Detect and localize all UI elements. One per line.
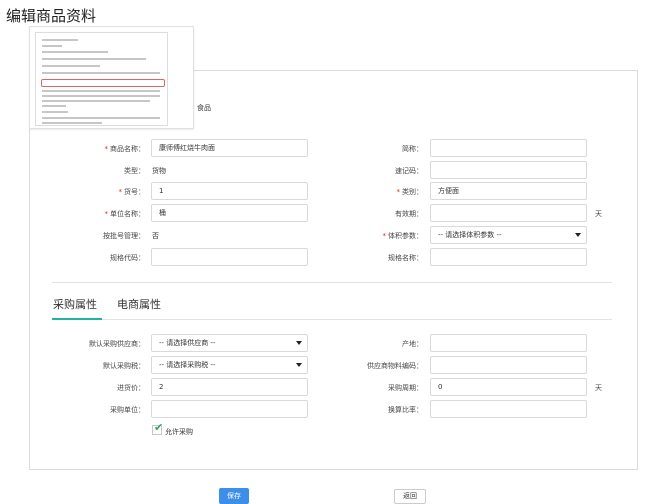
default-tax-selected: -- 请选择采购税 -- <box>159 361 216 369</box>
category-label: * 类别： <box>396 188 424 196</box>
validity-unit: 天 <box>595 210 602 218</box>
batch-mgmt-value: 否 <box>152 232 159 240</box>
default-tax-select[interactable]: -- 请选择采购税 -- <box>151 356 308 374</box>
product-name-input[interactable]: 康师傅红烧牛肉面 <box>151 139 308 157</box>
default-supplier-selected: -- 请选择供应商 -- <box>159 339 216 347</box>
allow-purchase-label[interactable]: 允许采购 <box>165 427 193 437</box>
tab-bar-divider <box>52 319 612 320</box>
chevron-down-icon <box>296 341 302 345</box>
save-button[interactable]: 保存 <box>219 488 249 504</box>
type-value: 货物 <box>152 167 166 175</box>
unit-name-input[interactable]: 桶 <box>151 204 308 222</box>
purchase-price-input[interactable]: 2 <box>151 378 308 396</box>
active-tab-indicator <box>52 318 102 320</box>
purchase-cycle-input[interactable]: 0 <box>430 378 587 396</box>
quick-code-label: 速记码： <box>395 167 423 175</box>
item-no-label: * 货号： <box>118 188 146 196</box>
chevron-down-icon <box>296 363 302 367</box>
document-preview-image <box>35 32 168 126</box>
spec-code-input[interactable] <box>151 248 308 266</box>
check-icon: ✔ <box>154 421 164 434</box>
conversion-ratio-label: 换算比率： <box>388 406 423 414</box>
product-image-thumbnail[interactable] <box>29 26 194 129</box>
validity-input[interactable] <box>430 204 587 222</box>
quick-code-input[interactable] <box>430 161 587 179</box>
purchase-unit-input[interactable] <box>151 400 308 418</box>
back-button[interactable]: 返回 <box>394 489 426 504</box>
item-no-input[interactable]: 1 <box>151 182 308 200</box>
supplier-code-input[interactable] <box>430 356 587 374</box>
spec-name-label: 规格名称： <box>388 254 423 262</box>
purchase-unit-label: 采购单位： <box>110 406 145 414</box>
default-supplier-label: 默认采购供应商： <box>89 340 145 348</box>
default-tax-label: 默认采购税： <box>103 362 145 370</box>
conversion-ratio-input[interactable] <box>430 400 587 418</box>
tab-purchase-attributes[interactable]: 采购属性 <box>53 298 97 312</box>
validity-label: 有效期： <box>395 210 423 218</box>
purchase-cycle-label: 采购周期： <box>388 384 423 392</box>
short-name-label: 简称： <box>402 145 423 153</box>
unit-name-label: * 单位名称： <box>104 210 146 218</box>
page-title: 编辑商品资料 <box>6 7 97 25</box>
default-supplier-select[interactable]: -- 请选择供应商 -- <box>151 334 308 352</box>
category-caption: 食品 <box>197 104 211 112</box>
purchase-price-label: 进货价： <box>117 384 145 392</box>
allow-purchase-checkbox[interactable]: ✔ <box>152 421 164 435</box>
origin-label: 产地： <box>402 340 423 348</box>
origin-input[interactable] <box>430 334 587 352</box>
type-label: 类型： <box>124 167 145 175</box>
supplier-code-label: 供应商物料编码： <box>367 362 423 370</box>
short-name-input[interactable] <box>430 139 587 157</box>
spec-name-input[interactable] <box>430 248 587 266</box>
tab-ecommerce-attributes[interactable]: 电商属性 <box>117 298 161 312</box>
volume-param-selected: -- 请选择体积参数 -- <box>438 231 502 239</box>
volume-param-label: * 体积参数： <box>382 232 424 240</box>
purchase-cycle-unit: 天 <box>595 384 602 392</box>
volume-param-select[interactable]: -- 请选择体积参数 -- <box>430 226 587 244</box>
chevron-down-icon <box>575 233 581 237</box>
product-name-label: * 商品名称： <box>104 145 146 153</box>
section-divider <box>52 282 612 283</box>
batch-mgmt-label: 按批号管理： <box>103 232 145 240</box>
category-input[interactable]: 方便面 <box>430 182 587 200</box>
spec-code-label: 规格代码： <box>110 254 145 262</box>
